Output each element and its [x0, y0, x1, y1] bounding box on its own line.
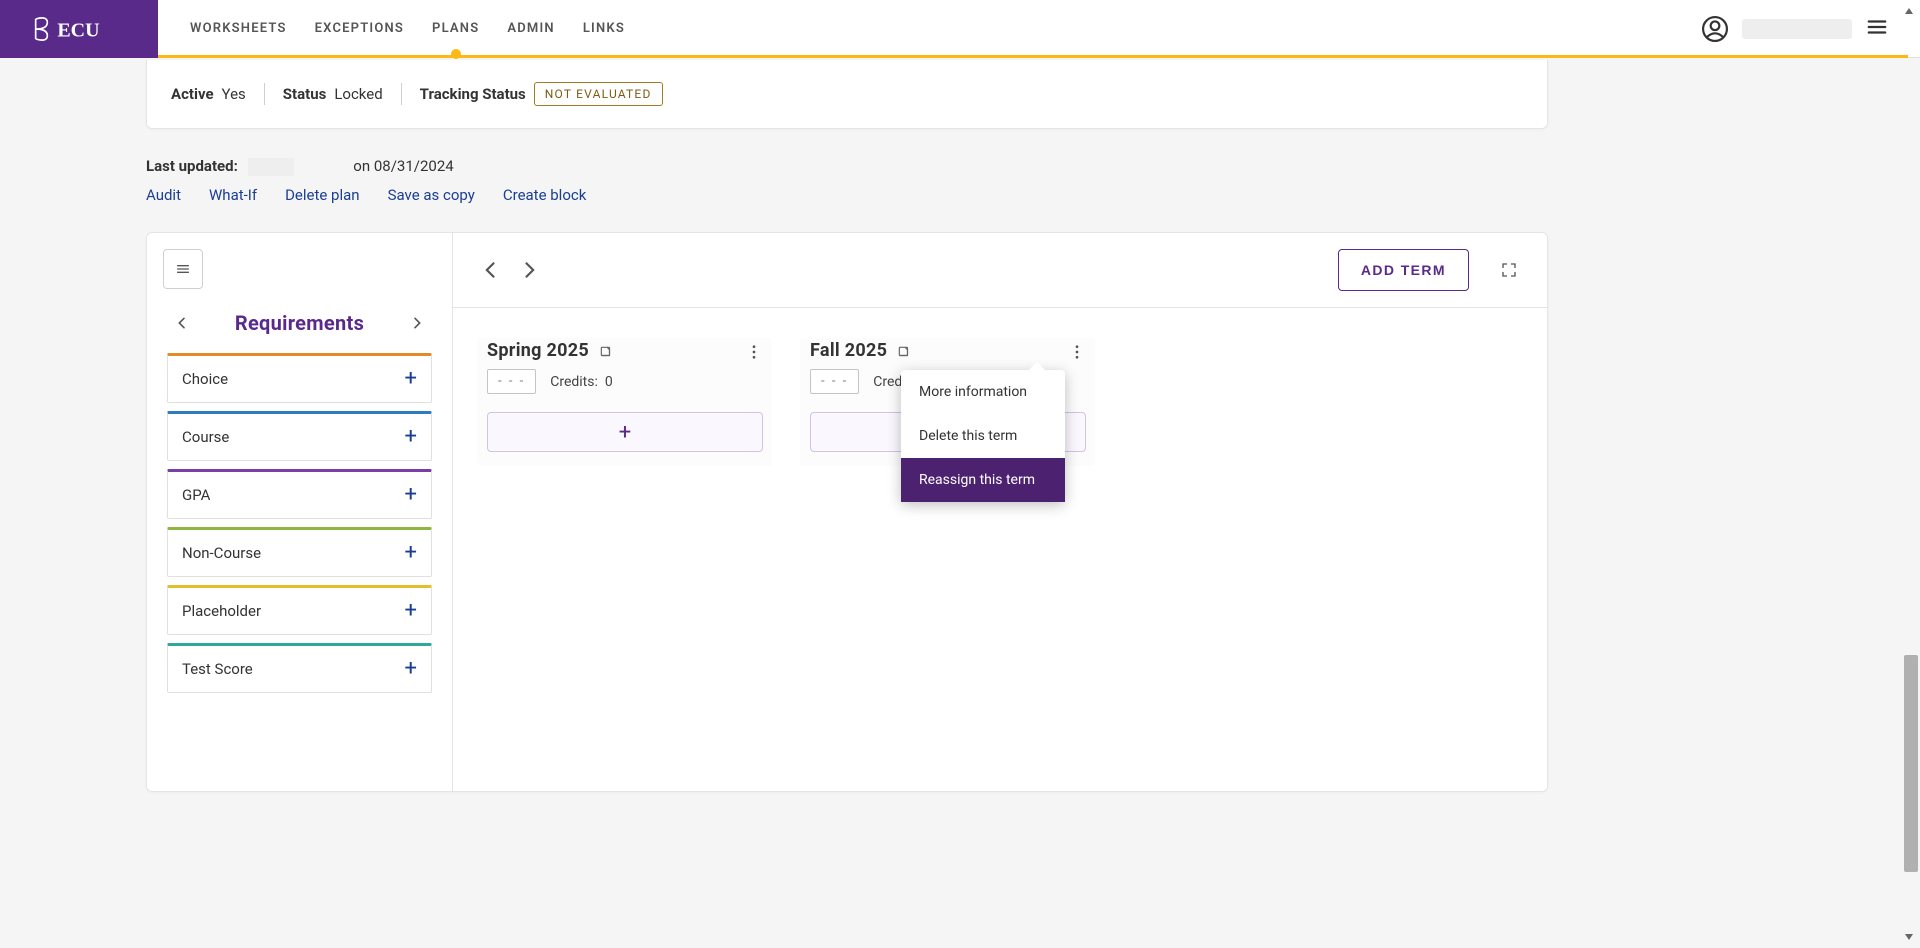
add-icon[interactable]: +	[405, 368, 417, 390]
planner-card: Requirements Choice + Course + GPA +	[146, 232, 1548, 792]
status-tracking-label: Tracking Status	[420, 85, 526, 103]
user-icon[interactable]	[1702, 16, 1728, 42]
top-nav: ECU WORKSHEETS EXCEPTIONS PLANS ADMIN LI…	[0, 0, 1920, 58]
term-title: Fall 2025	[810, 340, 887, 361]
brand-logo[interactable]: ECU	[0, 0, 158, 58]
nav-tab-worksheets[interactable]: WORKSHEETS	[176, 0, 301, 58]
status-active: Active Yes	[171, 85, 246, 103]
menu-icon[interactable]	[1866, 16, 1888, 42]
note-icon[interactable]	[897, 344, 911, 358]
terms-next-button[interactable]	[515, 256, 543, 284]
nav-tab-admin[interactable]: ADMIN	[493, 0, 568, 58]
status-card: Active Yes Status Locked Tracking Status…	[146, 60, 1548, 129]
nav-tab-links[interactable]: LINKS	[569, 0, 639, 58]
add-course-button[interactable]: +	[487, 412, 763, 452]
status-active-label: Active	[171, 85, 214, 103]
planner-main: ADD TERM Spring 2025	[453, 233, 1547, 791]
req-item-course: Course +	[167, 411, 432, 461]
svg-text:ECU: ECU	[57, 19, 99, 41]
last-updated-user-placeholder	[248, 158, 294, 176]
credits-label: Credits: 0	[550, 374, 612, 390]
status-tracking: Tracking Status NOT EVALUATED	[420, 82, 663, 106]
term-menu-button[interactable]	[742, 340, 766, 364]
status-lock-value: Locked	[334, 85, 382, 103]
add-term-button[interactable]: ADD TERM	[1338, 249, 1469, 291]
link-create-block[interactable]: Create block	[503, 186, 586, 204]
ctx-delete-term[interactable]: Delete this term	[901, 414, 1065, 458]
term-status-selector[interactable]: - - -	[487, 369, 536, 394]
ctx-reassign-term[interactable]: Reassign this term	[901, 458, 1065, 502]
add-icon[interactable]: +	[405, 600, 417, 622]
sidebar-title: Requirements	[235, 311, 364, 335]
divider	[401, 83, 402, 105]
req-item-label: GPA	[182, 486, 210, 504]
sidebar-chev-left[interactable]	[171, 312, 193, 334]
last-updated-on: on 08/31/2024	[353, 157, 453, 175]
nav-tab-exceptions[interactable]: EXCEPTIONS	[301, 0, 418, 58]
status-active-value: Yes	[222, 85, 246, 103]
add-icon[interactable]: +	[405, 658, 417, 680]
add-icon[interactable]: +	[405, 484, 417, 506]
planner-toolbar: ADD TERM	[453, 233, 1547, 308]
planner-sidebar: Requirements Choice + Course + GPA +	[147, 233, 453, 791]
nav-tab-plans[interactable]: PLANS	[418, 0, 493, 58]
note-icon[interactable]	[599, 344, 613, 358]
link-save-as-copy[interactable]: Save as copy	[388, 186, 475, 204]
term-title: Spring 2025	[487, 340, 589, 361]
term-context-menu: More information Delete this term Reassi…	[901, 370, 1065, 502]
add-icon[interactable]: +	[405, 426, 417, 448]
last-updated-row: Last updated: on 08/31/2024	[146, 157, 1548, 176]
requirements-list: Choice + Course + GPA + Non-Course + Pla…	[163, 353, 436, 693]
scrollbar-thumb[interactable]	[1904, 655, 1918, 872]
nav-tabs: WORKSHEETS EXCEPTIONS PLANS ADMIN LINKS	[176, 0, 639, 58]
term-status-selector[interactable]: - - -	[810, 369, 859, 394]
req-item-label: Choice	[182, 370, 228, 388]
terms-prev-button[interactable]	[477, 256, 505, 284]
sidebar-header: Requirements	[163, 311, 436, 335]
status-lock: Status Locked	[283, 85, 383, 103]
req-item-label: Course	[182, 428, 229, 446]
action-links: Audit What-If Delete plan Save as copy C…	[146, 186, 1548, 204]
req-item-label: Non-Course	[182, 544, 261, 562]
link-delete-plan[interactable]: Delete plan	[285, 186, 360, 204]
nav-right	[1702, 16, 1920, 42]
add-icon[interactable]: +	[405, 542, 417, 564]
req-item-gpa: GPA +	[167, 469, 432, 519]
req-item-placeholder: Placeholder +	[167, 585, 432, 635]
page-scrollbar	[1902, 0, 1920, 948]
terms-row: Spring 2025 - - - Credits: 0	[453, 308, 1547, 496]
user-name-placeholder	[1742, 19, 1852, 39]
tracking-badge: NOT EVALUATED	[534, 82, 663, 106]
link-whatif[interactable]: What-If	[209, 186, 257, 204]
scroll-down-icon[interactable]	[1900, 928, 1918, 946]
req-item-label: Test Score	[182, 660, 253, 678]
link-audit[interactable]: Audit	[146, 186, 181, 204]
term-card-spring-2025: Spring 2025 - - - Credits: 0	[477, 338, 772, 466]
ctx-more-information[interactable]: More information	[901, 370, 1065, 414]
req-item-testscore: Test Score +	[167, 643, 432, 693]
expand-button[interactable]	[1495, 256, 1523, 284]
req-item-noncourse: Non-Course +	[167, 527, 432, 577]
last-updated-label: Last updated:	[146, 157, 238, 175]
status-lock-label: Status	[283, 85, 327, 103]
req-item-label: Placeholder	[182, 602, 261, 620]
req-item-choice: Choice +	[167, 353, 432, 403]
scroll-up-icon[interactable]	[1900, 2, 1918, 20]
divider	[264, 83, 265, 105]
scrollbar-track[interactable]	[1904, 22, 1918, 926]
sidebar-toggle-button[interactable]	[163, 249, 203, 289]
term-menu-button[interactable]	[1065, 340, 1089, 364]
sidebar-chev-right[interactable]	[406, 312, 428, 334]
